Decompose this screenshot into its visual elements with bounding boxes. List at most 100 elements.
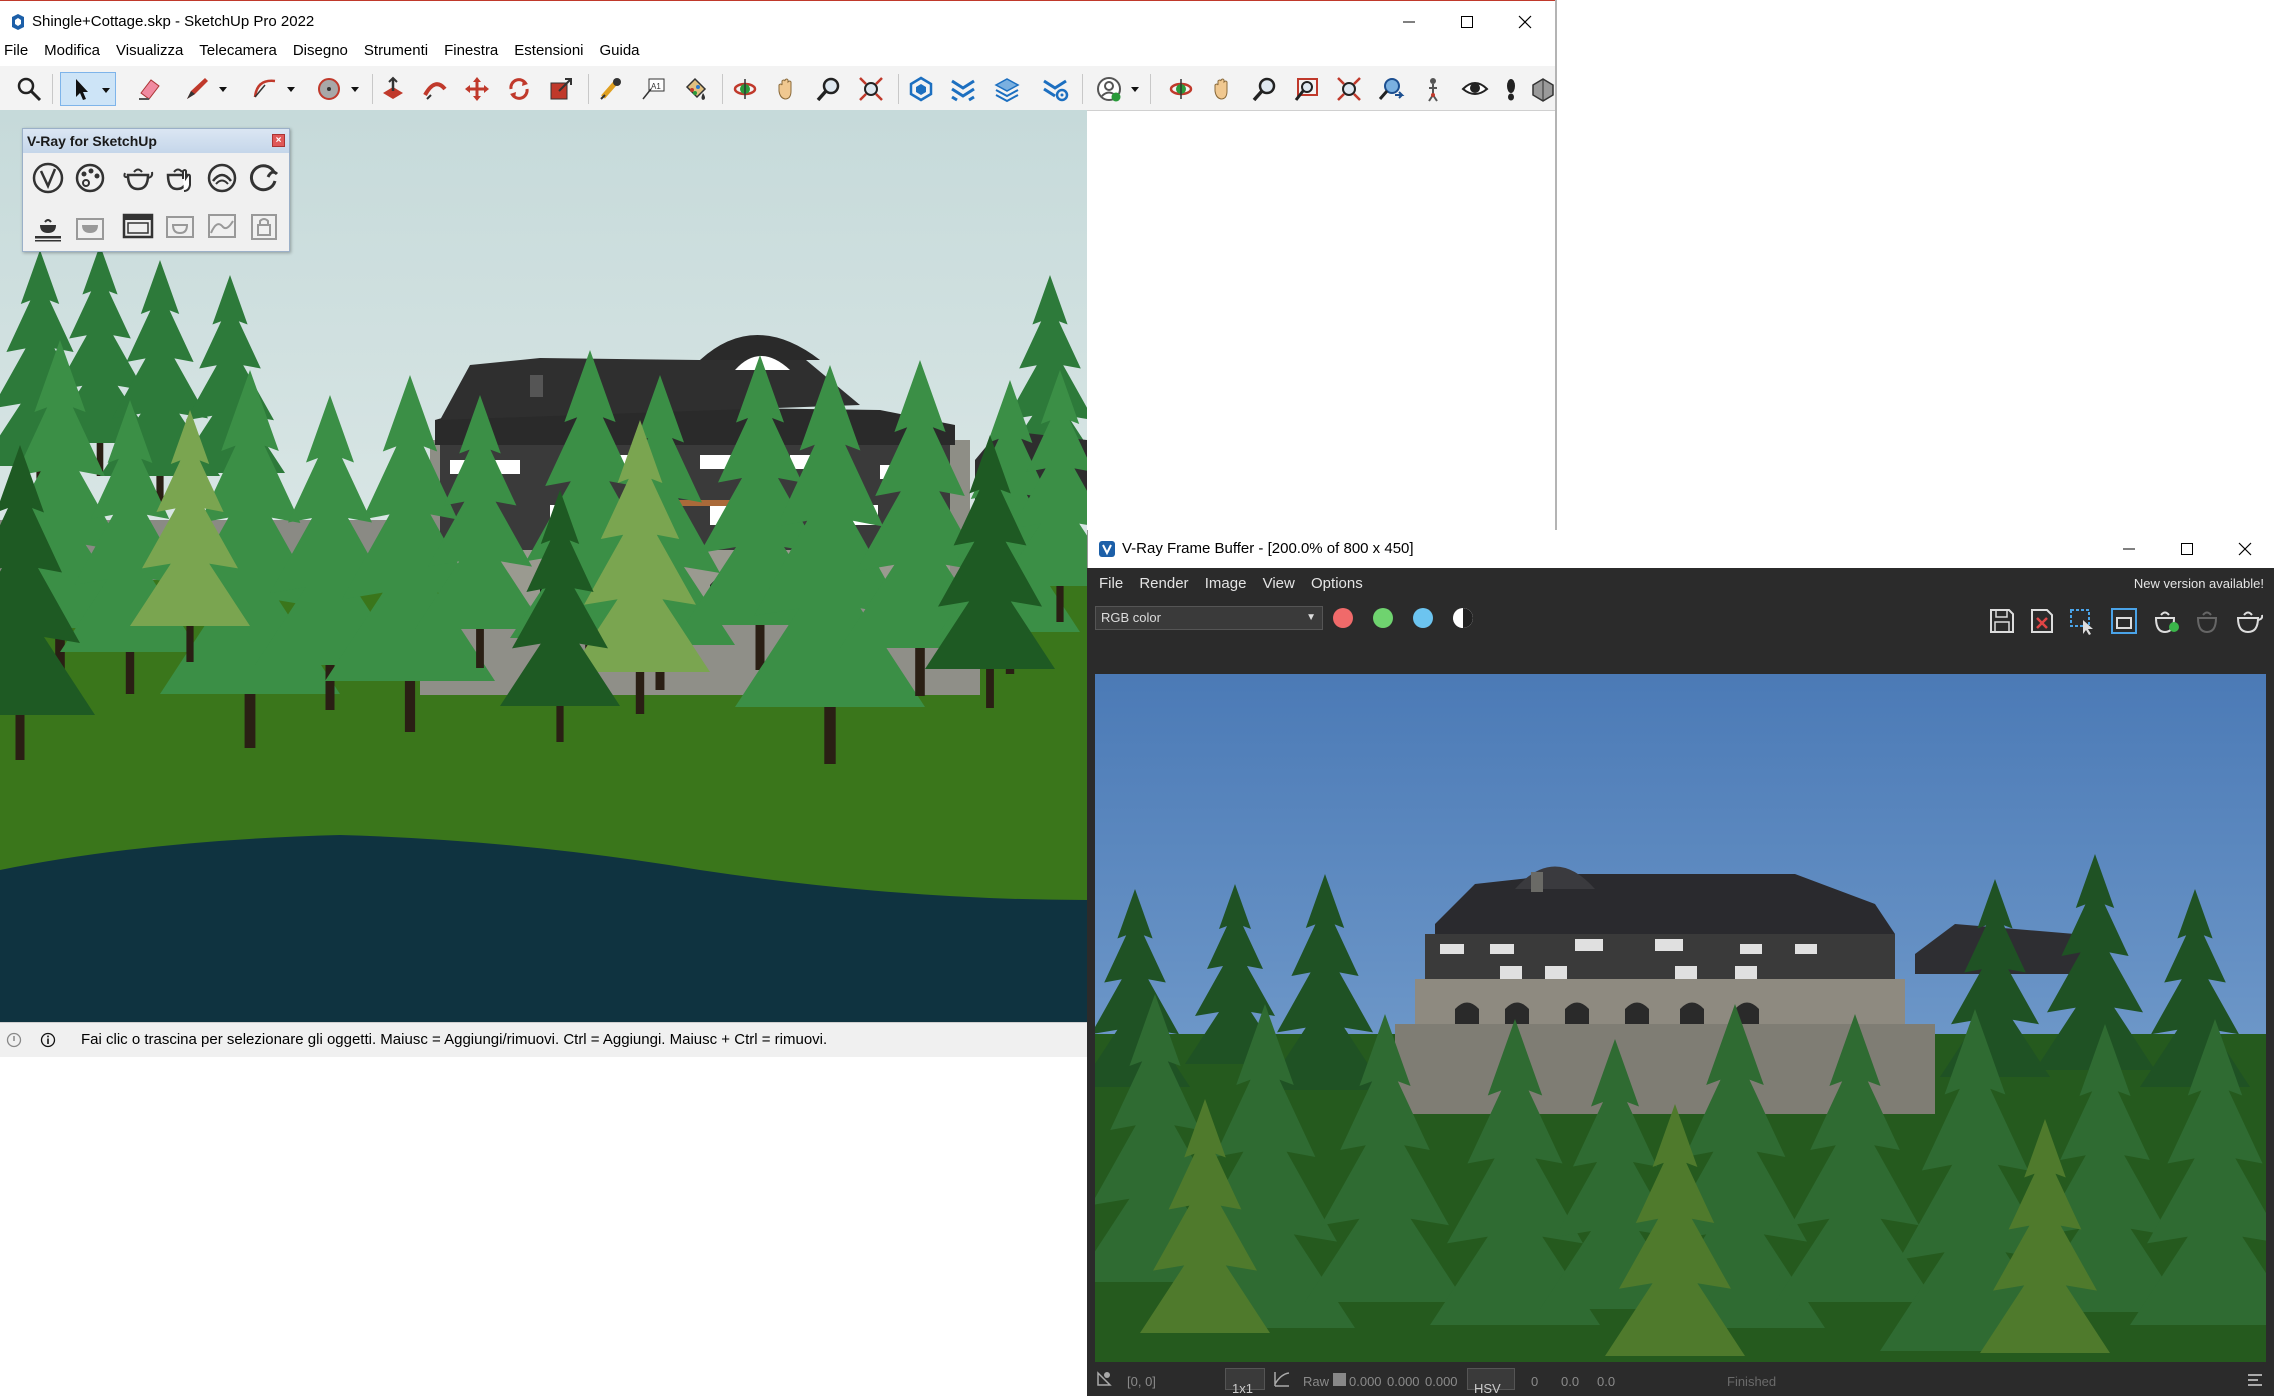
search-button[interactable]: [12, 72, 46, 106]
asset-editor-button[interactable]: [71, 159, 109, 197]
save-image-button[interactable]: [1985, 604, 2019, 638]
interactive-render-vfb-button[interactable]: [2149, 604, 2183, 638]
vfb-menu-options[interactable]: Options: [1311, 575, 1363, 592]
minimize-button[interactable]: [1380, 1, 1438, 43]
menu-estensioni[interactable]: Estensioni: [514, 42, 583, 62]
maximize-button[interactable]: [1438, 1, 1496, 43]
previous-view-button[interactable]: [1374, 72, 1408, 106]
interactive-render-button[interactable]: [161, 159, 199, 197]
eraser-button[interactable]: [132, 72, 166, 106]
lighting-analysis-button[interactable]: [203, 207, 241, 245]
vray-toolbar-title[interactable]: V-Ray for SketchUp ×: [23, 129, 289, 153]
close-button[interactable]: [1496, 1, 1554, 43]
orbit-button[interactable]: [728, 72, 762, 106]
sandbox-button[interactable]: [946, 72, 980, 106]
menu-finestra[interactable]: Finestra: [444, 42, 498, 62]
rotate-icon: [509, 78, 529, 100]
orbit-button-2[interactable]: [1164, 72, 1198, 106]
log-panel-icon[interactable]: [2247, 1372, 2263, 1388]
vfb-menu-render[interactable]: Render: [1139, 575, 1188, 592]
render-state: Finished: [1727, 1374, 1777, 1389]
zoom-level-select[interactable]: 1x1: [1225, 1368, 1265, 1396]
zoom-extents-button[interactable]: [854, 72, 888, 106]
raw-checkbox[interactable]: [1333, 1373, 1346, 1386]
zoom-button[interactable]: [812, 72, 846, 106]
menu-modifica[interactable]: Modifica: [44, 42, 100, 62]
dropdown-icon: [351, 87, 359, 92]
vfb-menu-image[interactable]: Image: [1205, 575, 1247, 592]
rotate-button[interactable]: [502, 72, 536, 106]
text-label-icon: A1: [642, 78, 665, 100]
pick-pixel-icon[interactable]: [1095, 1370, 1113, 1388]
info-icon[interactable]: [40, 1032, 56, 1048]
vfb-maximize-button[interactable]: [2158, 530, 2216, 568]
svg-text:A1: A1: [651, 82, 661, 91]
select-tool-button[interactable]: [60, 72, 116, 106]
refresh-button[interactable]: [245, 159, 283, 197]
stop-render-button[interactable]: [2191, 604, 2225, 638]
arc-tool-button[interactable]: [244, 72, 300, 106]
vfb-menu-file[interactable]: File: [1099, 575, 1123, 592]
batch-render-button[interactable]: [161, 207, 199, 245]
orbit-icon: [733, 79, 757, 99]
line-tool-button[interactable]: [176, 72, 232, 106]
lock-button[interactable]: [245, 207, 283, 245]
move-button[interactable]: [460, 72, 494, 106]
zoom-button-2[interactable]: [1248, 72, 1282, 106]
vfb-minimize-button[interactable]: [2100, 530, 2158, 568]
vfb-menu-view[interactable]: View: [1263, 575, 1295, 592]
channel-select[interactable]: RGB color ▼: [1095, 606, 1323, 630]
pan-button[interactable]: [770, 72, 804, 106]
section-plane-icon: [1532, 78, 1554, 102]
clear-image-button[interactable]: [2025, 604, 2059, 638]
tape-measure-button[interactable]: [594, 72, 628, 106]
menu-guida[interactable]: Guida: [600, 42, 640, 62]
alpha-channel-toggle[interactable]: [1453, 608, 1473, 628]
position-camera-button[interactable]: [1416, 72, 1450, 106]
look-around-button[interactable]: [1458, 72, 1492, 106]
user-account-button[interactable]: [1088, 72, 1144, 106]
region-render-button[interactable]: [2065, 604, 2099, 638]
menu-strumenti[interactable]: Strumenti: [364, 42, 428, 62]
color-mode-value: HSV: [1474, 1381, 1501, 1396]
denoiser-button[interactable]: [29, 207, 67, 245]
red-channel-toggle[interactable]: [1333, 608, 1353, 628]
menu-disegno[interactable]: Disegno: [293, 42, 348, 62]
shape-tool-button[interactable]: [308, 72, 364, 106]
new-version-notice[interactable]: New version available!: [2134, 576, 2264, 591]
select-arrow-icon: [76, 79, 88, 100]
frame-buffer-button[interactable]: [119, 207, 157, 245]
render-button[interactable]: [119, 159, 157, 197]
menu-visualizza[interactable]: Visualizza: [116, 42, 183, 62]
text-tool-button[interactable]: A1: [636, 72, 670, 106]
vfb-close-button[interactable]: [2216, 530, 2274, 568]
lightmix-button[interactable]: [71, 207, 109, 245]
follow-me-button[interactable]: [418, 72, 452, 106]
render-region-frame-button[interactable]: [2107, 604, 2141, 638]
scale-button[interactable]: [544, 72, 578, 106]
settings-button[interactable]: [1038, 72, 1072, 106]
menu-telecamera[interactable]: Telecamera: [199, 42, 277, 62]
components-button[interactable]: [904, 72, 938, 106]
pan-button-2[interactable]: [1206, 72, 1240, 106]
paint-bucket-button[interactable]: [678, 72, 712, 106]
push-pull-icon: [383, 76, 403, 99]
vray-logo-button[interactable]: [29, 159, 67, 197]
pixel-h-value: 0: [1531, 1374, 1539, 1389]
push-pull-button[interactable]: [376, 72, 410, 106]
zoom-window-button[interactable]: [1290, 72, 1324, 106]
menu-file[interactable]: File: [4, 42, 28, 62]
vray-toolbar-close-button[interactable]: ×: [272, 134, 285, 147]
tags-button[interactable]: [990, 72, 1024, 106]
walk-button[interactable]: [1494, 72, 1528, 106]
geolocation-icon[interactable]: [6, 1032, 22, 1048]
zoom-extents-button-2[interactable]: [1332, 72, 1366, 106]
color-mode-select[interactable]: HSV: [1467, 1368, 1515, 1396]
blue-channel-toggle[interactable]: [1413, 608, 1433, 628]
render-cloud-button[interactable]: [203, 159, 241, 197]
vfb-toolbar: RGB color ▼: [1087, 598, 2274, 668]
green-channel-toggle[interactable]: [1373, 608, 1393, 628]
curve-icon[interactable]: [1273, 1370, 1291, 1388]
start-render-button[interactable]: [2231, 604, 2265, 638]
rendered-image[interactable]: [1095, 674, 2266, 1362]
